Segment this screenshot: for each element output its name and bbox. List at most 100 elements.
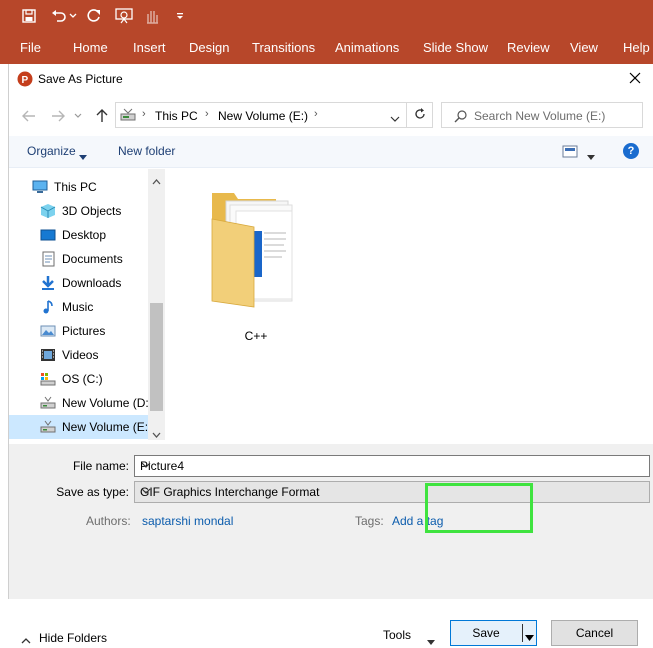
menu-insert[interactable]: Insert [133,40,166,55]
touch-mode-icon[interactable] [143,6,161,26]
nav-item-os-c[interactable]: OS (C:) [9,367,149,391]
save-highlight-box [425,483,533,533]
nav-item-label: OS (C:) [62,372,103,386]
desktop-icon [40,227,56,243]
nav-item-3d-objects[interactable]: 3D Objects [9,199,149,223]
save-split-dropdown-icon[interactable] [525,630,534,644]
documents-icon [40,251,56,267]
save-as-type-select[interactable]: GIF Graphics Interchange Format [134,481,650,503]
customize-qat-icon[interactable] [174,6,186,26]
up-icon[interactable] [93,107,111,125]
nav-item-desktop[interactable]: Desktop [9,223,149,247]
navigation-pane: This PC 3D Objects Desktop Documents Dow… [9,169,164,440]
nav-item-this-pc[interactable]: This PC [9,175,149,199]
folder-label: C++ [244,329,268,343]
breadcrumb-separator-icon: › [142,108,146,120]
authors-value[interactable]: saptarshi mondal [142,514,233,528]
save-as-type-label: Save as type: [56,485,129,499]
nav-item-music[interactable]: Music [9,295,149,319]
command-bar: Organize New folder ? [9,136,653,168]
menu-transitions[interactable]: Transitions [252,40,315,55]
refresh-button[interactable] [407,102,433,128]
nav-item-label: New Volume (E:) [62,420,153,434]
new-folder-button[interactable]: New folder [118,144,175,158]
organize-dropdown-icon[interactable] [79,149,87,163]
chevron-up-icon [21,633,31,647]
nav-item-label: Videos [62,348,99,362]
search-input[interactable] [474,107,634,124]
nav-item-downloads[interactable]: Downloads [9,271,149,295]
breadcrumb-this-pc[interactable]: This PC [155,109,198,123]
nav-item-label: Downloads [62,276,122,290]
nav-item-label: Music [62,300,94,314]
undo-dropdown-icon[interactable] [68,6,78,26]
help-icon[interactable]: ? [623,143,639,159]
nav-item-label: New Volume (D: [62,396,149,410]
nav-pane-scrollbar[interactable] [148,169,165,440]
refresh-icon [413,107,427,124]
authors-label: Authors: [86,514,131,528]
scrollbar-thumb[interactable] [150,303,163,411]
save-button[interactable]: Save [450,620,537,646]
downloads-icon [40,275,56,291]
nav-item-label: This PC [54,180,97,194]
tools-button[interactable]: Tools [383,628,411,642]
undo-icon[interactable] [50,6,68,26]
menu-file[interactable]: File [20,40,41,55]
save-icon[interactable] [20,6,38,26]
search-icon [454,109,468,123]
nav-item-documents[interactable]: Documents [9,247,149,271]
menu-slide-show[interactable]: Slide Show [423,40,488,55]
address-row: › This PC › New Volume (E:) › [9,98,653,134]
quick-access-toolbar [0,0,653,32]
menu-design[interactable]: Design [189,40,229,55]
powerpoint-icon: P [17,71,33,87]
menu-animations[interactable]: Animations [335,40,399,55]
back-icon[interactable] [20,107,38,125]
nav-item-videos[interactable]: Videos [9,343,149,367]
search-box[interactable] [441,102,643,128]
redo-icon[interactable] [85,6,103,26]
pictures-icon [40,323,56,339]
organize-button[interactable]: Organize [27,144,76,158]
dialog-titlebar: P Save As Picture [9,64,653,96]
file-name-field[interactable]: Picture4 [134,455,650,477]
nav-item-new-volume-d[interactable]: New Volume (D: [9,391,149,415]
videos-icon [40,347,56,363]
powerpoint-ribbon: File Home Insert Design Transitions Anim… [0,0,653,64]
change-view-icon[interactable] [562,145,578,159]
save-as-type-value: GIF Graphics Interchange Format [140,485,320,499]
recent-locations-chevron-icon[interactable] [69,107,87,125]
nav-item-label: Desktop [62,228,107,242]
menu-help[interactable]: Help [623,40,650,55]
drive-icon [120,108,136,122]
view-options-dropdown-icon[interactable] [587,149,595,163]
breadcrumb-separator-icon: › [314,108,318,120]
nav-item-pictures[interactable]: Pictures [9,319,149,343]
forward-icon[interactable] [49,107,67,125]
nav-item-label: 3D Objects [62,204,122,218]
address-dropdown-icon[interactable] [390,112,400,122]
scroll-down-icon[interactable] [152,427,161,441]
breadcrumb-new-volume-e[interactable]: New Volume (E:) [218,109,308,123]
drive-icon [40,419,56,435]
menu-view[interactable]: View [570,40,598,55]
split-divider [522,624,523,642]
scroll-up-icon[interactable] [152,174,161,188]
folder-item[interactable]: C++ [206,183,306,343]
menu-review[interactable]: Review [507,40,550,55]
nav-item-new-volume-e[interactable]: New Volume (E:) [9,415,153,439]
dialog-title: Save As Picture [38,72,123,86]
os-drive-icon [40,371,56,387]
tools-dropdown-icon[interactable] [427,634,435,648]
nav-item-label: Documents [62,252,123,266]
chevron-down-icon[interactable] [140,485,152,497]
close-icon[interactable] [627,70,643,86]
present-from-start-icon[interactable] [114,6,134,26]
cancel-button[interactable]: Cancel [551,620,638,646]
menu-home[interactable]: Home [73,40,108,55]
chevron-down-icon[interactable] [140,459,152,471]
computer-icon [32,179,48,195]
cancel-button-label: Cancel [575,626,614,640]
address-bar[interactable]: › This PC › New Volume (E:) › [115,102,407,128]
